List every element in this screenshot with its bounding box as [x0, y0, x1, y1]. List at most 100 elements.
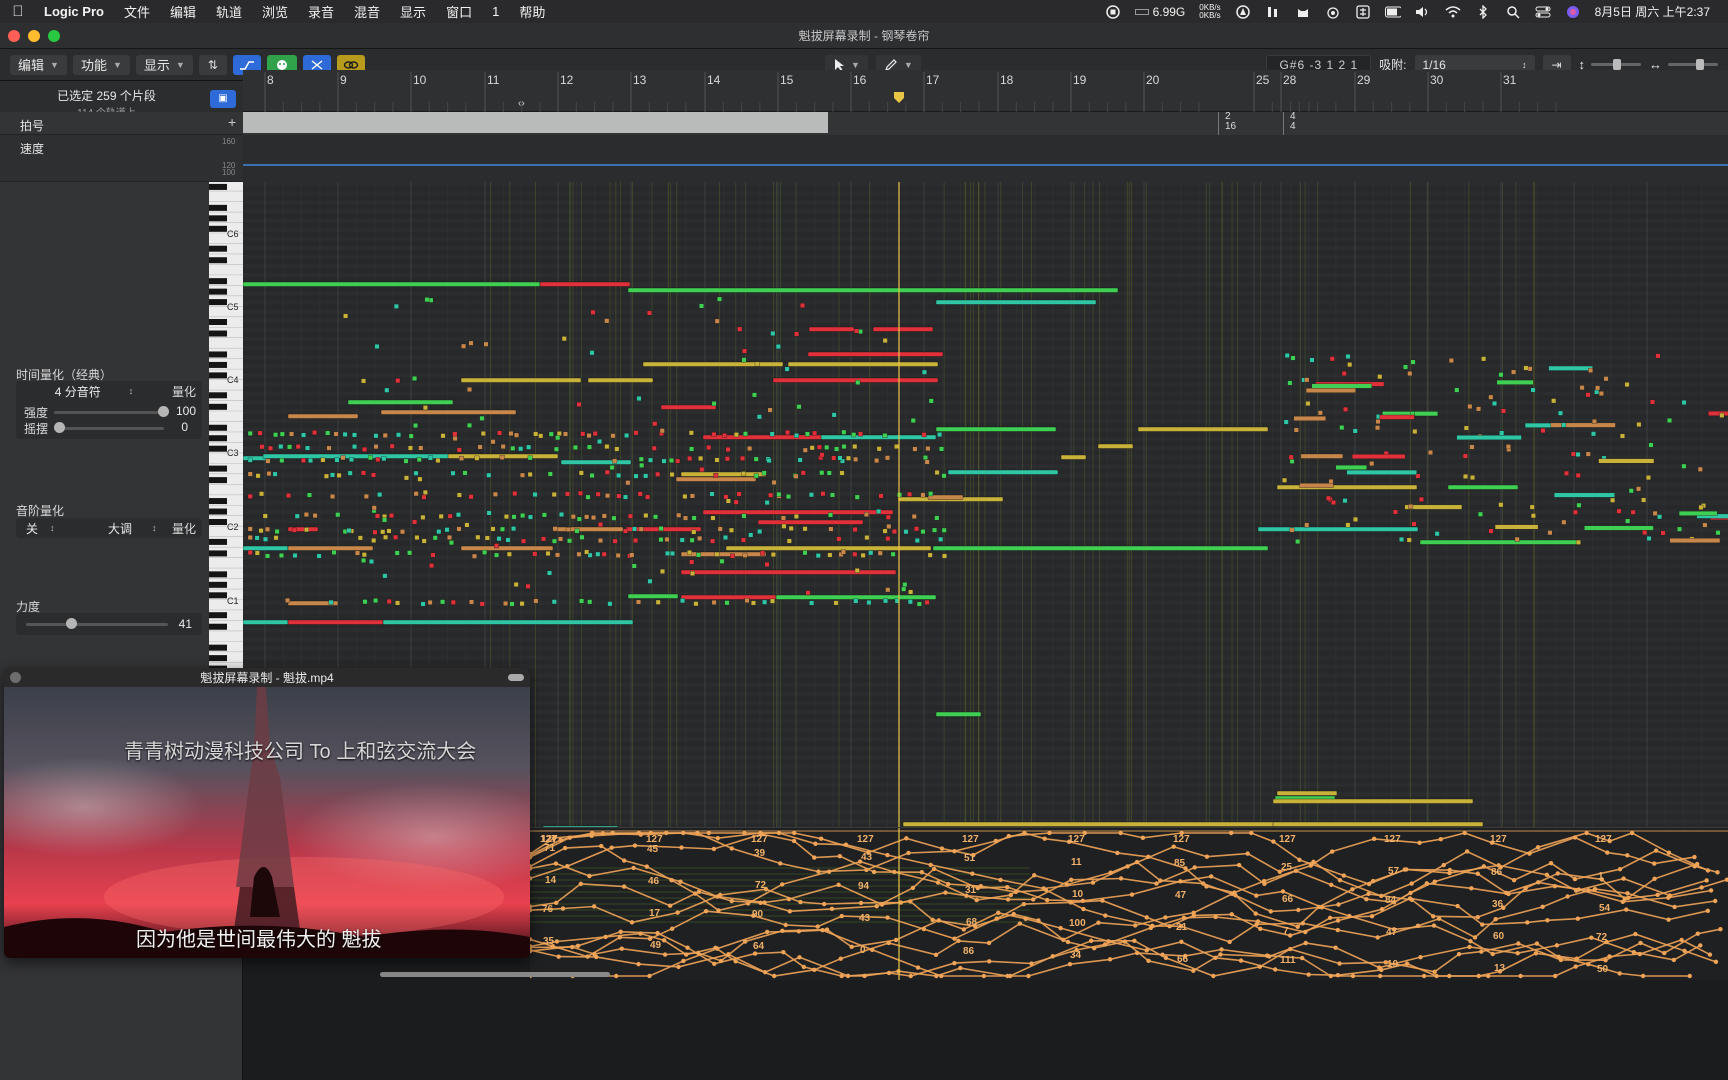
velocity-point[interactable] — [1108, 870, 1113, 875]
menubar-clock[interactable]: 8月5日 周六 上午2:37 — [1595, 3, 1710, 20]
velocity-point[interactable] — [1377, 973, 1383, 979]
midi-note[interactable] — [794, 433, 799, 438]
midi-note[interactable] — [1501, 408, 1506, 414]
midi-note[interactable] — [440, 433, 446, 439]
midi-note[interactable] — [247, 526, 253, 532]
velocity-point[interactable] — [669, 877, 674, 883]
midi-note[interactable] — [430, 552, 436, 558]
velocity-point[interactable] — [1431, 923, 1437, 928]
midi-note[interactable] — [1287, 380, 1293, 386]
midi-note[interactable] — [854, 494, 860, 500]
velocity-point[interactable] — [1379, 893, 1384, 899]
catch-button[interactable]: ▣ — [210, 90, 236, 108]
midi-note[interactable] — [872, 326, 934, 332]
midi-note[interactable] — [1554, 492, 1615, 498]
midi-note[interactable] — [1399, 536, 1404, 542]
midi-note[interactable] — [371, 472, 376, 478]
record-stop-icon[interactable] — [1105, 4, 1121, 19]
velocity-point[interactable] — [796, 929, 802, 934]
midi-note[interactable] — [496, 536, 502, 542]
midi-note[interactable] — [923, 455, 928, 461]
midi-note[interactable] — [877, 550, 883, 556]
midi-note[interactable] — [920, 529, 926, 535]
velocity-point[interactable] — [1102, 942, 1108, 947]
midi-note[interactable] — [914, 538, 920, 543]
midi-note[interactable] — [1527, 366, 1533, 372]
midi-note[interactable] — [647, 310, 652, 316]
midi-note[interactable] — [532, 551, 538, 557]
midi-note[interactable] — [1558, 410, 1563, 416]
midi-note[interactable] — [408, 433, 414, 439]
midi-note[interactable] — [285, 597, 291, 603]
velocity-point[interactable] — [1254, 893, 1259, 898]
midi-note[interactable] — [804, 431, 810, 437]
midi-note[interactable] — [247, 550, 253, 555]
midi-note[interactable] — [551, 599, 557, 605]
velocity-point[interactable] — [987, 959, 992, 964]
midi-note[interactable] — [287, 444, 292, 450]
velocity-point[interactable] — [1713, 959, 1719, 965]
velocity-point[interactable] — [1179, 939, 1184, 945]
midi-note[interactable] — [638, 526, 644, 532]
midi-note[interactable] — [494, 552, 500, 558]
midi-note[interactable] — [1411, 521, 1417, 527]
velocity-point[interactable] — [915, 965, 921, 970]
midi-note[interactable] — [508, 431, 514, 436]
midi-note[interactable] — [1646, 536, 1652, 541]
midi-note[interactable] — [639, 462, 645, 468]
midi-note[interactable] — [440, 599, 446, 605]
midi-note[interactable] — [361, 552, 367, 558]
midi-note[interactable] — [407, 550, 413, 556]
midi-note[interactable] — [894, 444, 900, 449]
midi-note[interactable] — [876, 508, 882, 514]
velocity-point[interactable] — [1666, 895, 1671, 900]
horizontal-zoom-knob[interactable] — [1696, 59, 1704, 70]
velocity-point[interactable] — [1432, 879, 1437, 884]
velocity-point[interactable] — [1257, 964, 1263, 969]
velocity-point[interactable] — [1026, 973, 1031, 979]
midi-note[interactable] — [689, 537, 695, 543]
velocity-point[interactable] — [1620, 899, 1626, 905]
midi-note[interactable] — [710, 538, 716, 544]
midi-note[interactable] — [1331, 500, 1336, 505]
midi-note[interactable] — [265, 458, 271, 464]
velocity-point[interactable] — [644, 864, 650, 869]
midi-note[interactable] — [586, 433, 592, 439]
velocity-point[interactable] — [838, 956, 843, 961]
midi-note[interactable] — [584, 514, 590, 520]
midi-note[interactable] — [1434, 531, 1440, 537]
velocity-point[interactable] — [1005, 973, 1010, 979]
midi-note[interactable] — [1353, 516, 1358, 522]
menu-browse[interactable]: 浏览 — [252, 0, 298, 23]
midi-note[interactable] — [510, 445, 516, 451]
velocity-point[interactable] — [578, 881, 584, 886]
midi-note[interactable] — [680, 598, 685, 604]
midi-note[interactable] — [1299, 483, 1334, 488]
midi-note[interactable] — [1309, 357, 1315, 363]
midi-note[interactable] — [416, 457, 422, 462]
velocity-point[interactable] — [1565, 894, 1570, 899]
midi-note[interactable] — [1408, 504, 1414, 509]
midi-note[interactable] — [902, 582, 908, 588]
velocity-point[interactable] — [1144, 915, 1149, 920]
velocity-point[interactable] — [619, 946, 624, 951]
midi-note[interactable] — [1598, 458, 1655, 464]
midi-note[interactable] — [435, 458, 441, 463]
close-window-button[interactable] — [8, 30, 20, 42]
velocity-point[interactable] — [935, 880, 941, 885]
velocity-point[interactable] — [1029, 961, 1034, 966]
midi-note[interactable] — [424, 297, 430, 303]
midi-note[interactable] — [802, 447, 808, 453]
midi-note[interactable] — [616, 493, 622, 499]
midi-note[interactable] — [914, 526, 919, 532]
midi-note[interactable] — [386, 528, 392, 534]
velocity-point[interactable] — [994, 916, 999, 921]
midi-note[interactable] — [1494, 524, 1539, 530]
midi-note[interactable] — [604, 318, 610, 324]
midi-note[interactable] — [413, 491, 419, 497]
midi-note[interactable] — [853, 456, 859, 462]
midi-note[interactable] — [352, 432, 357, 438]
midi-note[interactable] — [769, 431, 775, 437]
velocity-point[interactable] — [729, 846, 734, 851]
midi-note[interactable] — [460, 545, 554, 551]
